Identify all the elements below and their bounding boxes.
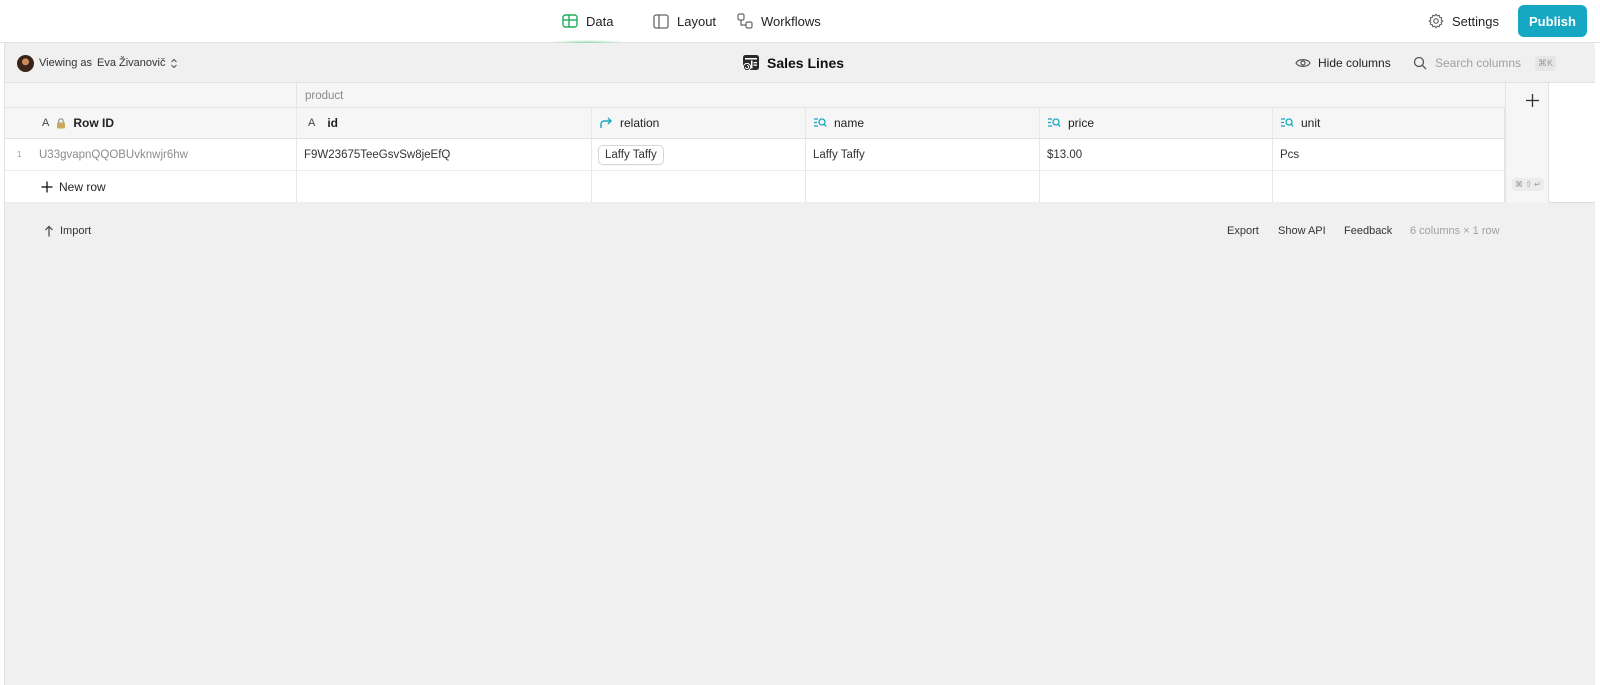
row-number: 1 bbox=[17, 150, 22, 159]
search-columns-input[interactable] bbox=[1435, 56, 1527, 70]
plus-icon bbox=[41, 181, 53, 192]
column-header-label: Row ID bbox=[73, 116, 115, 130]
lock-icon bbox=[57, 117, 66, 128]
empty-cell bbox=[297, 171, 592, 202]
viewing-as-selector[interactable]: Viewing as Eva Živanovič bbox=[17, 43, 178, 83]
table-summary: 6 columns × 1 row bbox=[1410, 225, 1500, 237]
empty-cell bbox=[1040, 171, 1273, 202]
search-shortcut-hint: ⌘K bbox=[1535, 55, 1557, 71]
settings-label: Settings bbox=[1452, 13, 1499, 29]
hide-columns-label: Hide columns bbox=[1318, 56, 1391, 70]
layout-icon bbox=[653, 13, 669, 29]
column-header-label: price bbox=[1068, 116, 1095, 130]
column-header-unit[interactable]: unit bbox=[1273, 108, 1505, 138]
table-title: Sales Lines bbox=[742, 43, 844, 83]
name-value: Laffy Taffy bbox=[813, 148, 865, 161]
column-header-label: id bbox=[327, 116, 339, 130]
import-button[interactable]: Import bbox=[44, 222, 91, 240]
cell-price[interactable]: $13.00 bbox=[1040, 139, 1273, 170]
text-type-icon: A bbox=[42, 117, 50, 129]
empty-cell bbox=[1273, 171, 1505, 202]
column-header-relation[interactable]: relation bbox=[592, 108, 806, 138]
top-bar: Data Layout Workflows Settings Publish bbox=[0, 0, 1600, 44]
column-header-row: A Row ID A id relation name price unit bbox=[5, 108, 1505, 139]
publish-button[interactable]: Publish bbox=[1518, 5, 1587, 37]
cell-id[interactable]: F9W23675TeeGsvSw8jeEfQ bbox=[297, 139, 592, 170]
cell-name[interactable]: Laffy Taffy bbox=[806, 139, 1040, 170]
search-icon bbox=[1413, 56, 1427, 70]
group-divider bbox=[296, 83, 297, 108]
id-value: F9W23675TeeGsvSw8jeEfQ bbox=[304, 148, 451, 161]
new-row-shortcut-hint: ⌘ ⇧ ↵ bbox=[1512, 178, 1544, 191]
table-row[interactable]: 1 U33gvapnQQOBUvknwjr6hw F9W23675TeeGsvS… bbox=[5, 139, 1505, 171]
import-label: Import bbox=[60, 225, 92, 237]
price-value: $13.00 bbox=[1047, 148, 1083, 161]
cell-row-id[interactable]: 1 U33gvapnQQOBUvknwjr6hw bbox=[5, 139, 297, 170]
row-id-value: U33gvapnQQOBUvknwjr6hw bbox=[39, 148, 188, 161]
lookup-icon bbox=[1281, 118, 1294, 127]
cell-unit[interactable]: Pcs bbox=[1273, 139, 1505, 170]
tab-workflows[interactable]: Workflows bbox=[737, 0, 821, 42]
empty-cell bbox=[806, 171, 1040, 202]
hide-columns-button[interactable]: Hide columns bbox=[1295, 43, 1391, 83]
text-type-icon: A bbox=[308, 117, 316, 129]
search-columns: ⌘K bbox=[1413, 43, 1557, 83]
data-grid: product A Row ID A id relation name pric… bbox=[5, 83, 1595, 203]
export-link[interactable]: Export bbox=[1227, 222, 1259, 240]
column-group-label: product bbox=[305, 89, 344, 102]
table-title-text: Sales Lines bbox=[767, 55, 845, 71]
viewing-as-prefix: Viewing as bbox=[39, 57, 92, 69]
unit-value: Pcs bbox=[1280, 148, 1300, 161]
new-row: New row bbox=[5, 171, 1505, 203]
table-source-icon bbox=[742, 55, 759, 72]
relation-chip[interactable]: Laffy Taffy bbox=[598, 144, 664, 165]
relation-icon bbox=[600, 117, 612, 128]
table-icon bbox=[562, 14, 578, 28]
eye-icon bbox=[1295, 59, 1311, 67]
column-header-label: unit bbox=[1301, 116, 1321, 130]
tab-workflows-label: Workflows bbox=[761, 13, 821, 29]
feedback-link[interactable]: Feedback bbox=[1344, 222, 1392, 240]
column-header-id[interactable]: A id bbox=[297, 108, 592, 138]
right-edge bbox=[1595, 43, 1600, 685]
lookup-icon bbox=[1048, 118, 1061, 127]
column-header-label: relation bbox=[620, 116, 660, 130]
add-column-button[interactable] bbox=[1521, 89, 1543, 111]
arrow-up-icon bbox=[45, 225, 53, 237]
lookup-icon bbox=[814, 118, 827, 127]
empty-cell bbox=[592, 171, 806, 202]
settings-button[interactable]: Settings bbox=[1428, 0, 1499, 42]
tab-data-label: Data bbox=[586, 13, 614, 29]
table-toolbar: Viewing as Eva Živanovič Sales Lines Hid… bbox=[5, 43, 1595, 83]
viewing-as-user: Eva Živanovič bbox=[97, 57, 166, 69]
new-row-label: New row bbox=[59, 179, 106, 194]
chevron-up-down-icon bbox=[171, 58, 178, 68]
avatar bbox=[17, 54, 34, 72]
cell-relation[interactable]: Laffy Taffy bbox=[592, 139, 806, 170]
tab-layout-label: Layout bbox=[677, 13, 717, 29]
column-header-price[interactable]: price bbox=[1040, 108, 1273, 138]
tab-data[interactable]: Data bbox=[550, 0, 626, 44]
tab-layout[interactable]: Layout bbox=[653, 0, 716, 42]
plus-icon bbox=[1525, 93, 1539, 107]
column-group-row: product bbox=[5, 83, 1505, 108]
column-header-name[interactable]: name bbox=[806, 108, 1040, 138]
new-row-button[interactable]: New row bbox=[5, 171, 297, 202]
workflows-icon bbox=[737, 13, 753, 29]
column-header-row-id[interactable]: A Row ID bbox=[5, 108, 297, 138]
gear-icon bbox=[1428, 13, 1444, 29]
show-api-link[interactable]: Show API bbox=[1278, 222, 1326, 240]
column-header-label: name bbox=[834, 116, 865, 130]
